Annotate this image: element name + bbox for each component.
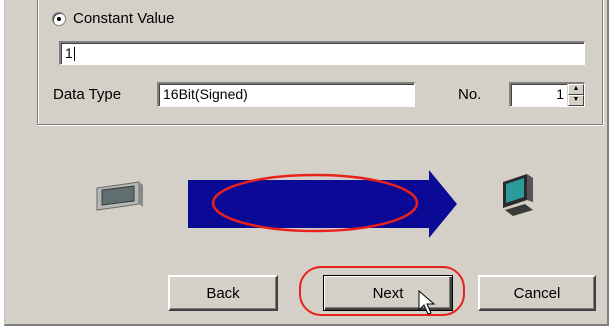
data-type-field[interactable]: 16Bit(Signed) [157,82,415,107]
constant-value-radio[interactable]: Constant Value [52,10,174,27]
cancel-button-label: Cancel [513,284,561,302]
spin-down-icon[interactable]: ▼ [568,95,584,106]
pc-monitor-icon [503,174,533,216]
data-type-label: Data Type [53,86,122,103]
number-stepper[interactable]: 1 ▲ ▼ [509,82,585,107]
back-button[interactable]: Back [168,275,278,311]
constant-value-input[interactable]: 1 [59,41,585,65]
mouse-pointer-icon [418,290,436,315]
back-button-label: Back [206,284,240,302]
cancel-button[interactable]: Cancel [478,275,596,311]
constant-value-label: Constant Value [73,10,175,27]
next-highlight-outline [299,266,465,316]
display-panel-icon [96,181,143,211]
transfer-illustration [96,170,533,238]
spin-buttons[interactable]: ▲ ▼ [567,84,584,106]
spin-up-icon[interactable]: ▲ [568,84,584,95]
number-value: 1 [556,86,564,102]
wizard-dialog: Constant Value 1 Data Type 16Bit(Signed)… [4,0,609,326]
radio-button[interactable] [52,11,66,26]
number-label: No. [458,86,482,103]
constant-value-text: 1 [65,45,73,61]
data-type-value: 16Bit(Signed) [163,86,248,102]
